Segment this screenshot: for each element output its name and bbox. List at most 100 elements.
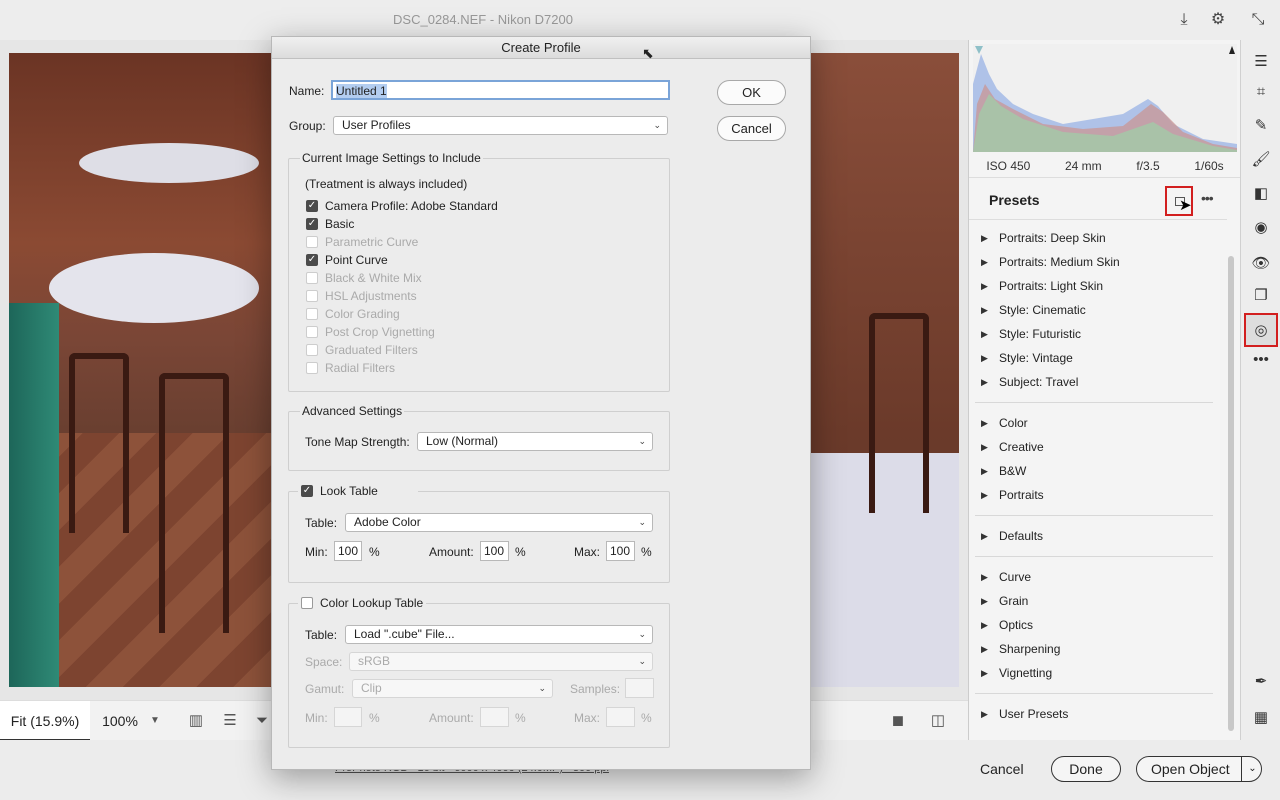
more-options-icon[interactable]: ••• <box>1201 190 1214 206</box>
gradient-filter-icon[interactable]: ◧ <box>1249 182 1273 206</box>
before-after-icon[interactable]: ◫ <box>928 711 948 731</box>
dialog-title: Create Profile <box>272 37 810 59</box>
preset-item[interactable]: ▶ Subject: Travel <box>969 370 1227 394</box>
clut-amount-label: Amount: <box>429 711 474 725</box>
iso-value: ISO 450 <box>986 158 1031 173</box>
open-object-button[interactable]: Open Object ⌄ <box>1136 756 1262 782</box>
samples-input[interactable] <box>625 678 654 698</box>
preset-item[interactable]: ▶ Style: Futuristic <box>969 322 1227 346</box>
name-field[interactable]: Untitled 1 <box>331 80 670 100</box>
preset-item[interactable]: ▶ Defaults <box>969 524 1227 548</box>
color-grading-checkbox[interactable] <box>306 308 318 320</box>
post-crop-vignetting-checkbox[interactable] <box>306 326 318 338</box>
toggle-sampler-icon[interactable]: ◼ <box>888 711 908 731</box>
fit-zoom-button[interactable]: Fit (15.9%) <box>0 701 90 741</box>
gear-icon[interactable]: ⚙ <box>1208 10 1228 30</box>
look-table-select[interactable]: Adobe Color ⌄ <box>345 513 653 532</box>
gamut-select[interactable]: Clip ⌄ <box>352 679 553 698</box>
grid-icon[interactable]: ▦ <box>1249 706 1273 730</box>
healing-icon[interactable]: ✎ <box>1249 114 1273 138</box>
presets-icon[interactable]: ◎ <box>1244 313 1278 347</box>
preset-item[interactable]: ▶ Portraits: Light Skin <box>969 274 1227 298</box>
preset-item[interactable]: ▶ Grain <box>969 589 1227 613</box>
look-table-checkbox[interactable]: ✓ <box>301 485 313 497</box>
zoom-100-button[interactable]: 100% <box>90 701 150 741</box>
look-max-input[interactable]: 100 <box>606 541 635 561</box>
preset-group-2: ▶ Color ▶ Creative ▶ B&W ▶ Portraits <box>969 411 1227 507</box>
crop-icon[interactable]: ⌗ <box>1249 80 1273 104</box>
color-sampler-icon[interactable]: ✒ <box>1249 670 1273 694</box>
brush-icon[interactable]: 🖌 <box>1249 148 1273 172</box>
divider <box>975 402 1213 403</box>
preset-item[interactable]: ▶ Style: Vintage <box>969 346 1227 370</box>
right-panel: ISO 450 24 mm f/3.5 1/60s Presets ➤ ••• … <box>968 40 1241 740</box>
preset-item[interactable]: ▶ Optics <box>969 613 1227 637</box>
collapse-icon[interactable]: ⤡ <box>1248 10 1268 30</box>
clut-table-select[interactable]: Load ".cube" File... ⌄ <box>345 625 653 644</box>
expand-triangle-icon: ▶ <box>981 531 988 541</box>
open-options-icon[interactable]: ⌄ <box>1241 757 1263 781</box>
preset-item[interactable]: ▶ Color <box>969 411 1227 435</box>
presets-scrollbar[interactable] <box>1227 256 1235 736</box>
filmstrip-icon[interactable]: ▥ <box>186 711 206 731</box>
edit-sliders-icon[interactable]: ☰ <box>1249 50 1273 74</box>
sort-icon[interactable]: ☰ <box>220 711 240 731</box>
create-profile-dialog: Create Profile ⬉ Name: Untitled 1 Group:… <box>271 36 811 770</box>
preset-item[interactable]: ▶ Vignetting <box>969 661 1227 685</box>
zoom-dropdown-icon[interactable]: ▼ <box>150 701 166 741</box>
space-select[interactable]: sRGB ⌄ <box>349 652 653 671</box>
snapshots-icon[interactable]: ❐ <box>1249 284 1273 308</box>
radial-filter-icon[interactable]: ◉ <box>1249 216 1273 240</box>
chevron-down-icon: ⌄ <box>653 120 661 130</box>
preset-item[interactable]: ▶ Sharpening <box>969 637 1227 661</box>
chevron-down-icon: ⌄ <box>638 517 646 527</box>
clut-amount-input[interactable] <box>480 707 509 727</box>
divider <box>975 693 1213 694</box>
basic-checkbox[interactable]: ✓ <box>306 218 318 230</box>
cancel-button[interactable]: Cancel <box>980 756 1024 782</box>
ok-button[interactable]: OK <box>717 80 786 105</box>
preset-item[interactable]: ▶ Portraits: Deep Skin <box>969 226 1227 250</box>
save-icon[interactable]: ⤓ <box>1174 10 1194 30</box>
bw-mix-checkbox[interactable] <box>306 272 318 284</box>
preset-item[interactable]: ▶ Curve <box>969 565 1227 589</box>
preset-item[interactable]: ▶ Creative <box>969 435 1227 459</box>
hsl-checkbox[interactable] <box>306 290 318 302</box>
dialog-cancel-button[interactable]: Cancel <box>717 116 786 141</box>
tone-map-select[interactable]: Low (Normal) ⌄ <box>417 432 653 451</box>
done-button[interactable]: Done <box>1051 756 1121 782</box>
group-select[interactable]: User Profiles ⌄ <box>333 116 668 135</box>
shutter-value: 1/60s <box>1194 158 1224 173</box>
preset-item[interactable]: ▶ B&W <box>969 459 1227 483</box>
preset-label: Defaults <box>999 529 1044 543</box>
focal-length-value: 24 mm <box>1064 158 1102 173</box>
parametric-curve-checkbox[interactable] <box>306 236 318 248</box>
post-crop-vignetting-label: Post Crop Vignetting <box>325 325 435 339</box>
chevron-down-icon: ⌄ <box>638 656 646 666</box>
camera-profile-checkbox[interactable]: ✓ <box>306 200 318 212</box>
clut-min-input[interactable] <box>334 707 362 727</box>
tone-map-value: Low (Normal) <box>426 434 499 448</box>
group-select-value: User Profiles <box>342 118 411 132</box>
preset-item[interactable]: ▶ User Presets <box>969 702 1227 726</box>
radial-filters-checkbox[interactable] <box>306 362 318 374</box>
preset-item[interactable]: ▶ Portraits: Medium Skin <box>969 250 1227 274</box>
expand-triangle-icon: ▶ <box>981 596 988 606</box>
tool-strip: ☰ ⌗ ✎ 🖌 ◧ ◉ 👁 ❐ ◎ ••• ✒ ▦ <box>1240 40 1280 740</box>
red-eye-icon[interactable]: 👁 <box>1249 252 1273 276</box>
look-amount-input[interactable]: 100 <box>480 541 509 561</box>
preset-item[interactable]: ▶ Style: Cinematic <box>969 298 1227 322</box>
presets-header: Presets ➤ ••• <box>969 180 1227 220</box>
graduated-filters-checkbox[interactable] <box>306 344 318 356</box>
look-amount-label: Amount: <box>429 545 474 559</box>
window-title: DSC_0284.NEF - Nikon D7200 <box>393 12 573 27</box>
more-tools-icon[interactable]: ••• <box>1249 348 1273 372</box>
filter-icon[interactable]: ⏷ <box>252 711 272 731</box>
preset-item[interactable]: ▶ Portraits <box>969 483 1227 507</box>
point-curve-checkbox[interactable]: ✓ <box>306 254 318 266</box>
scrollbar-thumb[interactable] <box>1228 256 1234 731</box>
preset-label: Sharpening <box>999 642 1061 656</box>
look-min-input[interactable]: 100 <box>334 541 362 561</box>
color-lookup-checkbox[interactable] <box>301 597 313 609</box>
clut-max-input[interactable] <box>606 707 635 727</box>
